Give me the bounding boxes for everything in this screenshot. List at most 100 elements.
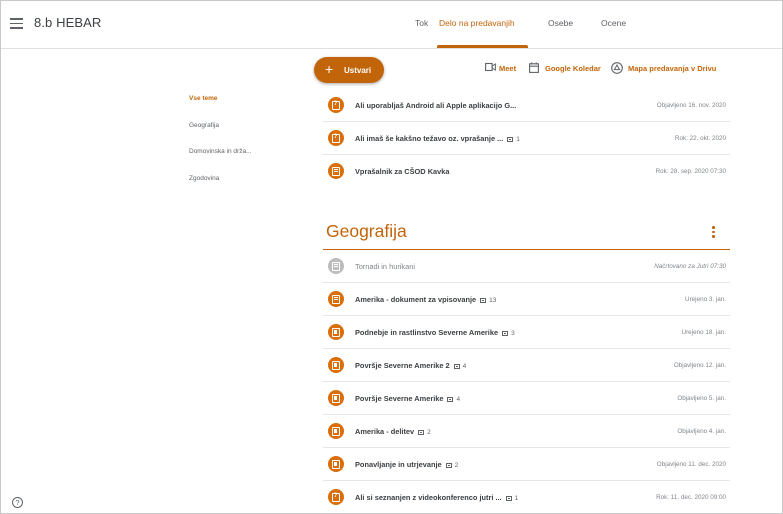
create-button-label: Ustvari — [344, 66, 372, 75]
classwork-title: Ali uporabljaš Android ali Apple aplikac… — [355, 101, 517, 110]
classroom-window: 8.b HEBAR Tok Delo na predavanjih Osebe … — [0, 0, 783, 514]
assignment-icon — [328, 258, 344, 274]
classwork-title: Amerika - dokument za vpisovanje 13 — [355, 295, 496, 304]
classwork-row[interactable]: Vprašalnik za CŠOD Kavka Rok: 28. sep. 2… — [323, 157, 730, 188]
comment-count: 4 — [447, 396, 460, 403]
comment-icon — [418, 430, 425, 435]
classwork-title-text: Amerika - delitev — [355, 427, 415, 436]
comment-count: 1 — [505, 495, 519, 502]
comment-count-value: 1 — [516, 136, 520, 143]
assignment-icon — [328, 291, 344, 307]
calendar-icon[interactable] — [529, 62, 539, 73]
question-icon — [328, 130, 344, 146]
classwork-row[interactable]: Amerika - delitev 2 Objavljeno 4. jan. — [323, 417, 730, 448]
classwork-row[interactable]: Ali uporabljaš Android ali Apple aplikac… — [323, 91, 730, 122]
classwork-title-text: Površje Severne Amerike — [355, 394, 444, 403]
plus-icon: + — [325, 61, 334, 77]
comment-count-value: 4 — [462, 363, 467, 370]
classwork-row[interactable]: Ali imaš še kakšno težavo oz. vprašanje … — [323, 124, 730, 155]
classwork-title: Vprašalnik za CŠOD Kavka — [355, 167, 450, 176]
tab-classwork[interactable]: Delo na predavanjih — [439, 18, 515, 28]
tab-tok[interactable]: Tok — [415, 18, 428, 28]
comment-icon — [480, 298, 487, 303]
comment-icon — [507, 137, 514, 142]
material-icon — [328, 456, 344, 472]
comment-count: 1 — [507, 136, 520, 143]
drive-folder-icon[interactable] — [611, 62, 623, 74]
classwork-row[interactable]: Podnebje in rastlinstvo Severne Amerike 3… — [323, 318, 730, 349]
tab-people[interactable]: Osebe — [548, 18, 573, 28]
classwork-title: Ali si seznanjen z videokonferenco jutri… — [355, 493, 518, 502]
menu-icon[interactable] — [10, 18, 23, 29]
topic-nav-all[interactable]: Vse teme — [189, 95, 218, 102]
comment-icon — [505, 496, 512, 501]
classwork-date: Rok: 22. okt. 2020 — [674, 135, 726, 142]
topic-nav-zgodovina[interactable]: Zgodovina — [189, 175, 219, 182]
classwork-title: Tornadi in hurikani — [355, 262, 415, 271]
classwork-title-text: Amerika - dokument za vpisovanje — [355, 295, 477, 304]
comment-icon — [447, 397, 454, 402]
classwork-title-text: Podnebje in rastlinstvo Severne Amerike — [355, 328, 499, 337]
classwork-title: Površje Severne Amerike 4 — [355, 394, 460, 403]
comment-count-value: 1 — [514, 495, 519, 502]
classwork-date: Objavljeno 4. jan. — [677, 428, 726, 435]
classwork-date: Objavljeno 16. nov. 2020 — [656, 102, 726, 109]
question-icon — [328, 97, 344, 113]
meet-icon[interactable] — [485, 62, 496, 72]
more-vert-icon[interactable] — [712, 226, 716, 240]
material-icon — [328, 423, 344, 439]
drive-folder-link[interactable]: Mapa predavanja v Drivu — [628, 64, 716, 73]
active-tab-indicator — [437, 45, 528, 48]
comment-count: 2 — [418, 429, 431, 436]
classwork-title: Ponavljanje in utrjevanje 2 — [355, 460, 458, 469]
classwork-date: Objavljeno 12. jan. — [673, 362, 726, 369]
comment-count-value: 2 — [427, 429, 431, 436]
classwork-title-text: Površje Severne Amerike 2 — [355, 361, 450, 370]
classwork-row[interactable]: Ponavljanje in utrjevanje 2 Objavljeno 11… — [323, 450, 730, 481]
classwork-title: Ali imaš še kakšno težavo oz. vprašanje … — [355, 134, 520, 143]
classwork-title-text: Ali si seznanjen z videokonferenco jutri… — [355, 493, 502, 502]
meet-link[interactable]: Meet — [499, 64, 516, 73]
classwork-row[interactable]: Tornadi in hurikani Načrtovano za Jutri … — [323, 252, 730, 283]
topic-nav-geografija[interactable]: Geografija — [189, 122, 219, 129]
classwork-date: Objavljeno 5. jan. — [677, 395, 726, 402]
comment-count: 13 — [480, 297, 496, 304]
comment-count-value: 13 — [489, 297, 497, 304]
comment-icon — [453, 364, 460, 369]
classwork-date: Urejeno 3. jan. — [685, 296, 726, 303]
classwork-date: Rok: 28. sep. 2020 07:30 — [655, 168, 726, 175]
create-button[interactable]: + Ustvari — [314, 57, 384, 83]
comment-count-value: 4 — [456, 396, 461, 403]
classwork-row[interactable]: Površje Severne Amerike 2 4 Objavljeno 12… — [323, 351, 730, 382]
classwork-title: Amerika - delitev 2 — [355, 427, 431, 436]
comment-count: 3 — [502, 330, 515, 337]
class-title[interactable]: 8.b HEBAR — [34, 15, 101, 30]
question-icon — [328, 489, 344, 505]
classwork-title-text: Ali imaš še kakšno težavo oz. vprašanje … — [355, 134, 504, 143]
assignment-icon — [328, 163, 344, 179]
classwork-row[interactable]: Amerika - dokument za vpisovanje 13 Ureje… — [323, 285, 730, 316]
top-bar: 8.b HEBAR Tok Delo na predavanjih Osebe … — [1, 1, 782, 49]
classwork-date: Načrtovano za Jutri 07:30 — [654, 263, 726, 270]
help-icon[interactable]: ? — [12, 497, 23, 508]
comment-count: 4 — [453, 363, 467, 370]
topic-heading: Geografija — [326, 221, 407, 241]
comment-count-value: 2 — [454, 462, 459, 469]
material-icon — [328, 357, 344, 373]
comment-icon — [445, 463, 452, 468]
tab-grades[interactable]: Ocene — [601, 18, 626, 28]
material-icon — [328, 390, 344, 406]
classwork-date: Urejeno 18. jan. — [681, 329, 726, 336]
classwork-row[interactable]: Površje Severne Amerike 4 Objavljeno 5. j… — [323, 384, 730, 415]
comment-count: 2 — [445, 462, 459, 469]
classwork-row[interactable]: Ali si seznanjen z videokonferenco jutri… — [323, 483, 730, 513]
comment-count-value: 3 — [511, 330, 515, 337]
classwork-title: Podnebje in rastlinstvo Severne Amerike 3 — [355, 328, 515, 337]
comment-icon — [502, 331, 509, 336]
calendar-link[interactable]: Google Koledar — [545, 64, 601, 73]
material-icon — [328, 324, 344, 340]
topic-nav-domovinska[interactable]: Domovinska in drža... — [189, 148, 252, 155]
classwork-date: Rok: 11. dec. 2020 09:00 — [656, 494, 726, 501]
classwork-title: Površje Severne Amerike 2 4 — [355, 361, 466, 370]
topic-divider — [323, 249, 730, 250]
